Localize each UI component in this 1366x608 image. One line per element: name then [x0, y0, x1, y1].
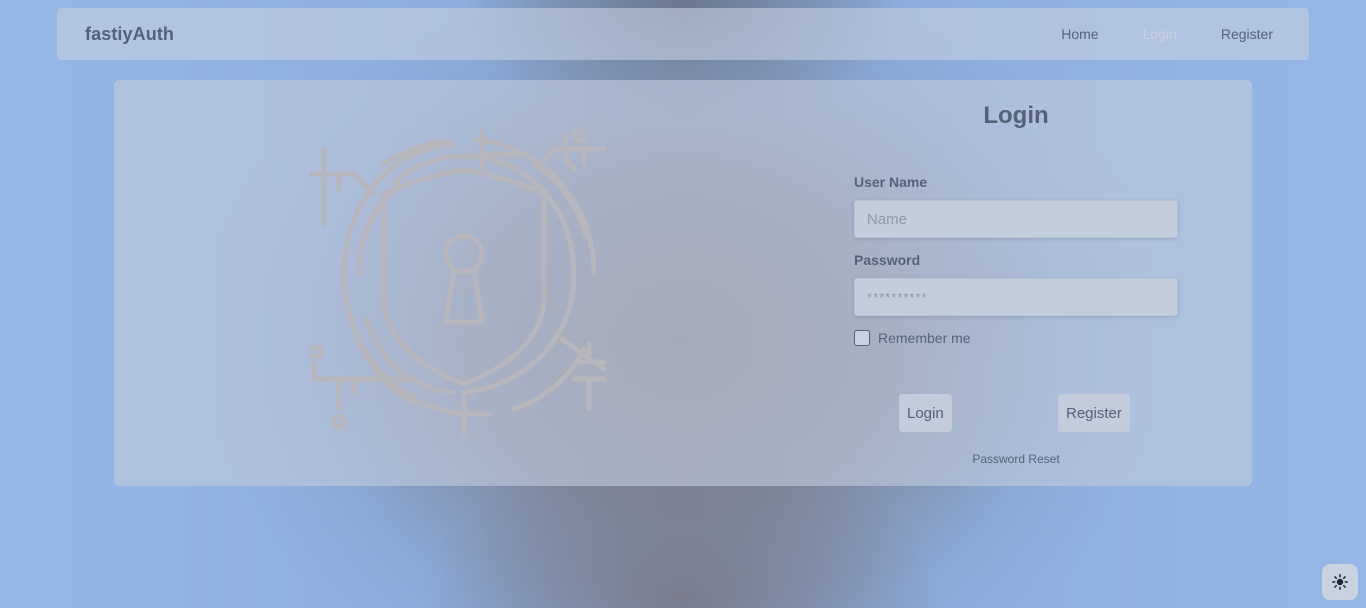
security-shield-lock-icon [308, 128, 607, 437]
remember-me-label[interactable]: Remember me [878, 330, 971, 346]
nav-link-register[interactable]: Register [1221, 26, 1273, 42]
login-button[interactable]: Login [899, 394, 952, 432]
username-label: User Name [854, 174, 928, 190]
theme-toggle-button[interactable] [1322, 564, 1358, 600]
username-input[interactable] [854, 200, 1178, 238]
nav-link-login[interactable]: Login [1143, 26, 1177, 42]
password-input[interactable] [854, 278, 1178, 316]
remember-me-row[interactable]: Remember me [854, 330, 971, 346]
password-reset-link[interactable]: Password Reset [854, 452, 1178, 466]
register-button[interactable]: Register [1058, 394, 1130, 432]
nav-link-home[interactable]: Home [1061, 26, 1098, 42]
nav-links: Home Login Register [1017, 26, 1273, 42]
navbar: fastiyAuth Home Login Register [57, 8, 1309, 60]
sun-icon [1332, 574, 1348, 590]
brand-logo[interactable]: fastiyAuth [85, 24, 174, 45]
remember-me-checkbox[interactable] [854, 330, 870, 346]
password-label: Password [854, 252, 921, 268]
login-card: Login User Name Password Remember me Log… [114, 80, 1252, 486]
form-title: Login [983, 102, 1049, 129]
